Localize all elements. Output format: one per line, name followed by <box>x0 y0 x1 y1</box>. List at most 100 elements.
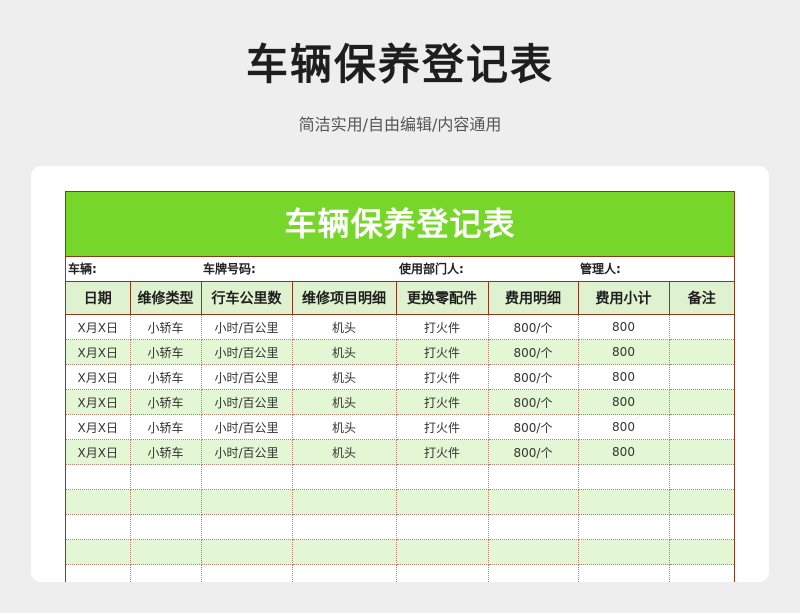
table-cell[interactable]: 打火件 <box>396 314 489 340</box>
table-cell[interactable] <box>396 464 489 490</box>
table-cell[interactable]: 800/个 <box>488 314 579 340</box>
table-cell[interactable] <box>488 539 579 565</box>
table-cell[interactable]: 小时/百公里 <box>201 364 293 390</box>
table-cell[interactable] <box>578 564 670 582</box>
column-header-mileage[interactable]: 行车公里数 <box>201 282 293 315</box>
table-cell[interactable]: 800 <box>578 389 670 415</box>
table-cell[interactable]: 打火件 <box>396 439 489 465</box>
table-cell[interactable]: 机头 <box>292 389 397 415</box>
table-cell[interactable] <box>669 314 734 340</box>
table-cell[interactable] <box>669 564 734 582</box>
table-cell[interactable]: X月X日 <box>66 414 131 440</box>
table-cell[interactable]: 800 <box>578 364 670 390</box>
table-cell[interactable]: 小轿车 <box>130 364 202 390</box>
table-cell[interactable]: X月X日 <box>66 389 131 415</box>
table-cell[interactable]: 机头 <box>292 439 397 465</box>
column-header-subtotal[interactable]: 费用小计 <box>578 282 670 315</box>
table-cell[interactable]: 800/个 <box>488 364 579 390</box>
vehicle-label: 车辆: <box>68 262 97 276</box>
table-cell[interactable]: 小时/百公里 <box>201 389 293 415</box>
table-cell[interactable] <box>66 539 131 565</box>
table-cell[interactable] <box>488 514 579 540</box>
table-cell[interactable]: 800/个 <box>488 339 579 365</box>
table-cell[interactable] <box>66 514 131 540</box>
table-cell[interactable] <box>578 539 670 565</box>
table-cell[interactable] <box>292 564 397 582</box>
table-cell[interactable]: 打火件 <box>396 339 489 365</box>
table-cell[interactable] <box>292 514 397 540</box>
table-cell[interactable]: 800/个 <box>488 389 579 415</box>
table-cell[interactable] <box>669 364 734 390</box>
table-cell[interactable] <box>396 489 489 515</box>
table-cell[interactable]: 小时/百公里 <box>201 414 293 440</box>
table-cell[interactable]: 打火件 <box>396 364 489 390</box>
table-cell[interactable]: 机头 <box>292 364 397 390</box>
table-cell[interactable]: 机头 <box>292 314 397 340</box>
table-cell[interactable] <box>669 339 734 365</box>
table-row <box>66 514 734 540</box>
table-row: X月X日 小轿车 小时/百公里 机头 打火件 800/个 800 <box>66 439 734 465</box>
table-cell[interactable] <box>578 464 670 490</box>
table-cell[interactable] <box>488 464 579 490</box>
table-row: X月X日 小轿车 小时/百公里 机头 打火件 800/个 800 <box>66 364 734 390</box>
table-cell[interactable] <box>130 514 202 540</box>
table-cell[interactable]: X月X日 <box>66 339 131 365</box>
table-cell[interactable]: 800/个 <box>488 414 579 440</box>
table-cell[interactable]: 小轿车 <box>130 389 202 415</box>
table-cell[interactable] <box>488 564 579 582</box>
table-cell[interactable]: 小轿车 <box>130 414 202 440</box>
table-cell[interactable] <box>201 514 293 540</box>
table-cell[interactable] <box>669 414 734 440</box>
column-header-cost-details[interactable]: 费用明细 <box>488 282 579 315</box>
table-cell[interactable] <box>130 539 202 565</box>
table-cell[interactable]: X月X日 <box>66 439 131 465</box>
column-header-repair-details[interactable]: 维修项目明细 <box>292 282 397 315</box>
table-cell[interactable] <box>130 564 202 582</box>
column-header-parts[interactable]: 更换零配件 <box>396 282 489 315</box>
table-cell[interactable]: 800 <box>578 414 670 440</box>
table-cell[interactable] <box>669 464 734 490</box>
table-cell[interactable]: 小轿车 <box>130 314 202 340</box>
table-cell[interactable] <box>488 489 579 515</box>
table-cell[interactable]: 机头 <box>292 339 397 365</box>
table-cell[interactable] <box>66 564 131 582</box>
table-cell[interactable] <box>669 389 734 415</box>
table-cell[interactable]: 800/个 <box>488 439 579 465</box>
table-cell[interactable]: 小时/百公里 <box>201 314 293 340</box>
table-cell[interactable] <box>292 489 397 515</box>
table-cell[interactable] <box>130 464 202 490</box>
table-cell[interactable] <box>396 539 489 565</box>
table-cell[interactable] <box>130 489 202 515</box>
table-cell[interactable] <box>201 539 293 565</box>
table-cell[interactable]: X月X日 <box>66 314 131 340</box>
table-cell[interactable] <box>669 539 734 565</box>
table-cell[interactable]: X月X日 <box>66 364 131 390</box>
table-cell[interactable] <box>669 439 734 465</box>
column-header-repair-type[interactable]: 维修类型 <box>130 282 202 315</box>
table-cell[interactable] <box>669 489 734 515</box>
table-cell[interactable]: 小时/百公里 <box>201 339 293 365</box>
table-cell[interactable] <box>201 489 293 515</box>
table-cell[interactable] <box>201 564 293 582</box>
table-cell[interactable]: 小轿车 <box>130 339 202 365</box>
table-cell[interactable] <box>292 539 397 565</box>
table-cell[interactable]: 小轿车 <box>130 439 202 465</box>
column-header-date[interactable]: 日期 <box>66 282 131 315</box>
table-cell[interactable] <box>66 464 131 490</box>
table-cell[interactable] <box>396 564 489 582</box>
table-cell[interactable]: 800 <box>578 339 670 365</box>
table-cell[interactable]: 800 <box>578 439 670 465</box>
table-cell[interactable]: 打火件 <box>396 414 489 440</box>
table-cell[interactable]: 机头 <box>292 414 397 440</box>
table-cell[interactable]: 小时/百公里 <box>201 439 293 465</box>
table-cell[interactable] <box>396 514 489 540</box>
table-cell[interactable]: 打火件 <box>396 389 489 415</box>
table-cell[interactable] <box>66 489 131 515</box>
table-cell[interactable] <box>669 514 734 540</box>
table-cell[interactable]: 800 <box>578 314 670 340</box>
table-cell[interactable] <box>578 489 670 515</box>
table-cell[interactable] <box>578 514 670 540</box>
column-header-notes[interactable]: 备注 <box>669 282 734 315</box>
table-cell[interactable] <box>201 464 293 490</box>
table-cell[interactable] <box>292 464 397 490</box>
